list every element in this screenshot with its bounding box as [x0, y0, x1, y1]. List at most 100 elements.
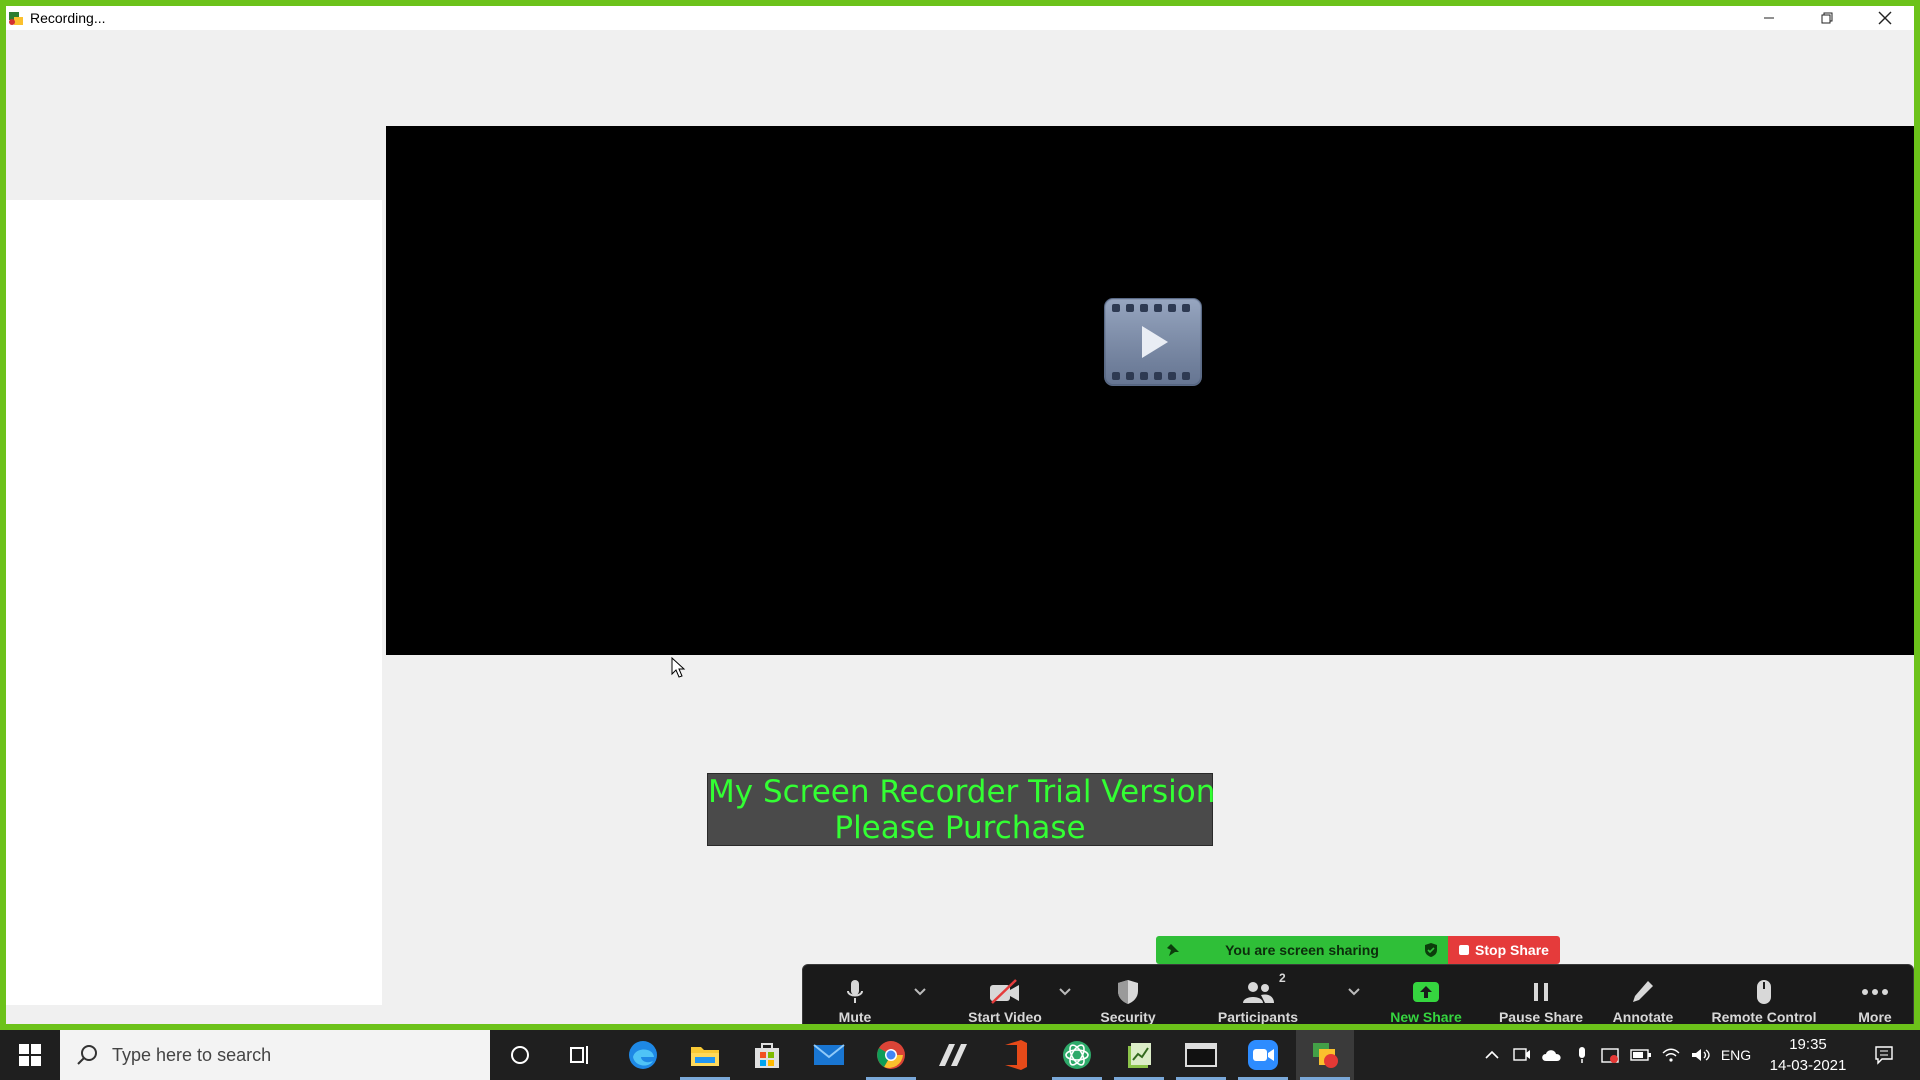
mute-label: Mute: [838, 1009, 872, 1025]
stop-share-label: Stop Share: [1475, 942, 1549, 958]
title-bar: Recording...: [6, 6, 1914, 30]
cortana-button[interactable]: [491, 1030, 549, 1080]
window-title: Recording...: [30, 10, 106, 26]
clock-date: 14-03-2021: [1769, 1057, 1847, 1074]
annotate-button[interactable]: Annotate: [1603, 965, 1683, 1031]
tray-volume[interactable]: [1688, 1030, 1714, 1080]
taskbar-zoom[interactable]: [1234, 1030, 1292, 1080]
watermark-line-2: Please Purchase: [834, 810, 1086, 846]
new-share-label: New Share: [1390, 1009, 1462, 1025]
minimize-icon: [1764, 17, 1774, 19]
shield-check-icon: [1425, 943, 1437, 957]
task-view-button[interactable]: [551, 1030, 609, 1080]
close-button[interactable]: [1856, 6, 1914, 30]
cloud-icon: [1542, 1050, 1561, 1061]
chrome-icon: [877, 1041, 905, 1069]
screen-sharing-banner[interactable]: You are screen sharing: [1156, 936, 1448, 964]
shield-icon: [1118, 980, 1138, 1004]
taskbar-browser-app[interactable]: [1048, 1030, 1106, 1080]
taskbar: ENG 19:35 14-03-2021: [0, 1030, 1920, 1080]
more-dots-icon: [1862, 989, 1888, 995]
video-player[interactable]: [386, 126, 1914, 655]
store-bag-icon: [755, 1043, 779, 1068]
tray-battery[interactable]: [1628, 1030, 1654, 1080]
wifi-icon: [1662, 1048, 1680, 1062]
remote-control-button[interactable]: Remote Control: [1699, 965, 1829, 1031]
participants-icon: [1243, 982, 1274, 1003]
microphone-icon: [847, 980, 863, 1003]
participants-button[interactable]: Participants: [1203, 965, 1313, 1031]
new-share-button[interactable]: New Share: [1381, 965, 1471, 1031]
start-video-label: Start Video: [968, 1009, 1042, 1025]
taskbar-terminal[interactable]: [1172, 1030, 1230, 1080]
participants-options-chevron-icon[interactable]: [1347, 987, 1361, 997]
taskbar-edge[interactable]: [614, 1030, 672, 1080]
atom-browser-icon: [1063, 1041, 1091, 1069]
taskbar-screen-recorder[interactable]: [1296, 1030, 1354, 1080]
tray-security[interactable]: [1598, 1030, 1622, 1080]
tray-onedrive[interactable]: [1538, 1030, 1566, 1080]
search-input[interactable]: [110, 1043, 474, 1067]
pause-share-label: Pause Share: [1498, 1009, 1584, 1025]
show-hidden-icons-button[interactable]: [1480, 1030, 1504, 1080]
watermark-line-1: My Screen Recorder Trial Version: [708, 774, 1216, 810]
meet-now-icon: [1513, 1048, 1530, 1061]
taskbar-file-explorer[interactable]: [676, 1030, 734, 1080]
taskbar-search[interactable]: [60, 1030, 490, 1080]
terminal-icon: [1185, 1043, 1217, 1067]
mute-button[interactable]: Mute: [823, 965, 887, 1031]
video-off-icon: [990, 979, 1019, 1004]
office-icon: [1005, 1040, 1027, 1070]
notepad-chart-icon: [1128, 1043, 1151, 1068]
remote-control-label: Remote Control: [1711, 1009, 1817, 1025]
stripes-app-icon: [939, 1044, 967, 1066]
left-panel-header: [6, 30, 386, 200]
tray-microphone[interactable]: [1570, 1030, 1594, 1080]
speaker-icon: [1692, 1049, 1710, 1061]
tray-meet-now[interactable]: [1510, 1030, 1534, 1080]
trial-watermark: My Screen Recorder Trial Version Please …: [707, 773, 1216, 846]
taskbar-store[interactable]: [738, 1030, 796, 1080]
more-label: More: [1858, 1009, 1892, 1025]
participants-label: Participants: [1217, 1009, 1299, 1025]
pause-share-button[interactable]: Pause Share: [1489, 965, 1593, 1031]
taskbar-inkscape-app[interactable]: [924, 1030, 982, 1080]
tray-network[interactable]: [1658, 1030, 1684, 1080]
mouse-icon: [1757, 980, 1771, 1004]
restore-button[interactable]: [1798, 6, 1856, 30]
mouse-cursor-icon: [671, 657, 686, 678]
screen-recorder-icon: [1313, 1043, 1338, 1068]
taskbar-chrome[interactable]: [862, 1030, 920, 1080]
taskbar-office[interactable]: [986, 1030, 1044, 1080]
more-button[interactable]: More: [1845, 965, 1905, 1031]
pencil-icon: [1633, 981, 1653, 1002]
start-video-button[interactable]: Start Video: [953, 965, 1057, 1031]
task-view-icon: [570, 1046, 588, 1064]
tray-clock[interactable]: 19:35 14-03-2021: [1758, 1034, 1858, 1076]
stop-share-button[interactable]: Stop Share: [1448, 936, 1560, 964]
taskbar-mail[interactable]: [800, 1030, 858, 1080]
security-button[interactable]: Security: [1083, 965, 1173, 1031]
close-icon: [1878, 11, 1892, 25]
video-options-chevron-icon[interactable]: [1058, 987, 1072, 997]
recorder-app-icon: [9, 12, 23, 25]
tray-language[interactable]: ENG: [1718, 1030, 1754, 1080]
video-play-icon[interactable]: [1104, 298, 1202, 386]
security-label: Security: [1100, 1009, 1156, 1025]
search-icon: [77, 1045, 97, 1065]
folder-icon: [691, 1047, 719, 1066]
restore-icon: [1821, 12, 1833, 24]
notification-icon: [1875, 1046, 1893, 1065]
security-alert-icon: [1601, 1048, 1619, 1063]
clock-time: 19:35: [1789, 1036, 1827, 1053]
microphone-tray-icon: [1579, 1047, 1585, 1063]
screen-sharing-label: You are screen sharing: [1225, 942, 1379, 958]
annotate-label: Annotate: [1612, 1009, 1674, 1025]
cortana-circle-icon: [511, 1046, 529, 1064]
action-center-button[interactable]: [1864, 1030, 1904, 1080]
mute-options-chevron-icon[interactable]: [913, 987, 927, 997]
start-button[interactable]: [0, 1030, 60, 1080]
battery-icon: [1630, 1049, 1651, 1061]
minimize-button[interactable]: [1740, 6, 1798, 30]
taskbar-editor-app[interactable]: [1110, 1030, 1168, 1080]
